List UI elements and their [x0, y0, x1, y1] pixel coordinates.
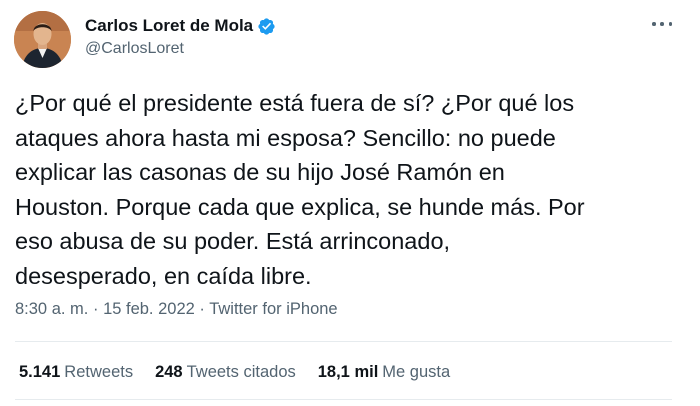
tweet-date[interactable]: 15 feb. 2022 [103, 300, 195, 318]
tweet-metadata: 8:30 a. m. · 15 feb. 2022 · Twitter for … [15, 300, 338, 319]
verified-badge-icon [258, 17, 275, 35]
more-horizontal-icon[interactable] [652, 20, 672, 28]
tweet-text-line: ¿Por qué el presidente está fuera de sí?… [15, 90, 575, 116]
retweets-stat[interactable]: 5.141 Retweets [19, 363, 133, 382]
quote-tweets-stat[interactable]: 248 Tweets citados [155, 363, 296, 382]
tweet-text: ¿Por qué el presidente está fuera de sí?… [15, 86, 685, 293]
tweet-text-line: Houston. Porque cada que explica, se hun… [15, 193, 585, 220]
divider [15, 399, 672, 400]
tweet-text-line: eso abusa de su poder. Está arrinconado, [15, 228, 451, 254]
author-display-name[interactable]: Carlos Loret de Mola [85, 16, 253, 36]
retweets-count: 5.141 [19, 363, 61, 381]
avatar[interactable] [14, 11, 71, 68]
meta-separator: · [199, 300, 205, 318]
tweet-source-link[interactable]: Twitter for iPhone [209, 300, 337, 318]
tweet-card: Carlos Loret de Mola @CarlosLoret ¿Por q… [0, 0, 700, 406]
engagement-stats: 5.141 Retweets 248 Tweets citados 18,1 mil… [19, 363, 472, 382]
quote-tweets-label: Tweets citados [186, 363, 296, 381]
likes-count: 18,1 mil [317, 363, 379, 381]
divider [15, 341, 672, 342]
tweet-time[interactable]: 8:30 a. m. [15, 300, 88, 318]
tweet-text-line: desesperado, en caída libre. [15, 262, 312, 289]
author-block: Carlos Loret de Mola @CarlosLoret [85, 15, 276, 58]
tweet-text-line: ataques ahora hasta mi esposa? Sencillo:… [15, 124, 556, 151]
likes-label: Me gusta [382, 363, 451, 381]
retweets-label: Retweets [64, 363, 134, 381]
tweet-text-line: explicar las casonas de su hijo José Ram… [15, 159, 505, 185]
likes-stat[interactable]: 18,1 mil Me gusta [318, 363, 450, 382]
quote-tweets-count: 248 [155, 363, 183, 381]
meta-separator: · [92, 300, 99, 318]
author-handle[interactable]: @CarlosLoret [85, 40, 276, 58]
